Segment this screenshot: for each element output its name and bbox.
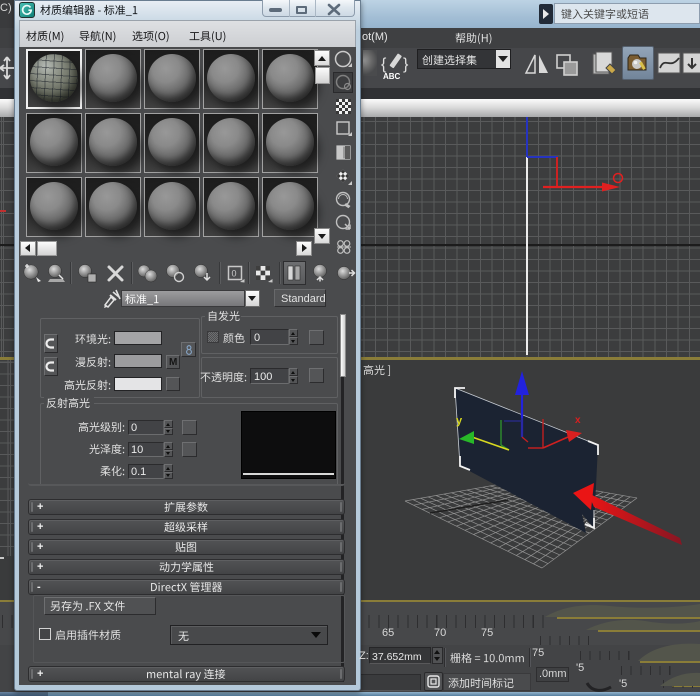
svg-text:{: { (381, 56, 387, 73)
svg-text:x: x (575, 415, 581, 426)
svg-text:ABC: ABC (383, 72, 401, 81)
svg-text:}: } (403, 56, 409, 73)
svg-text:0: 0 (232, 269, 237, 279)
svg-text:y: y (456, 415, 463, 427)
